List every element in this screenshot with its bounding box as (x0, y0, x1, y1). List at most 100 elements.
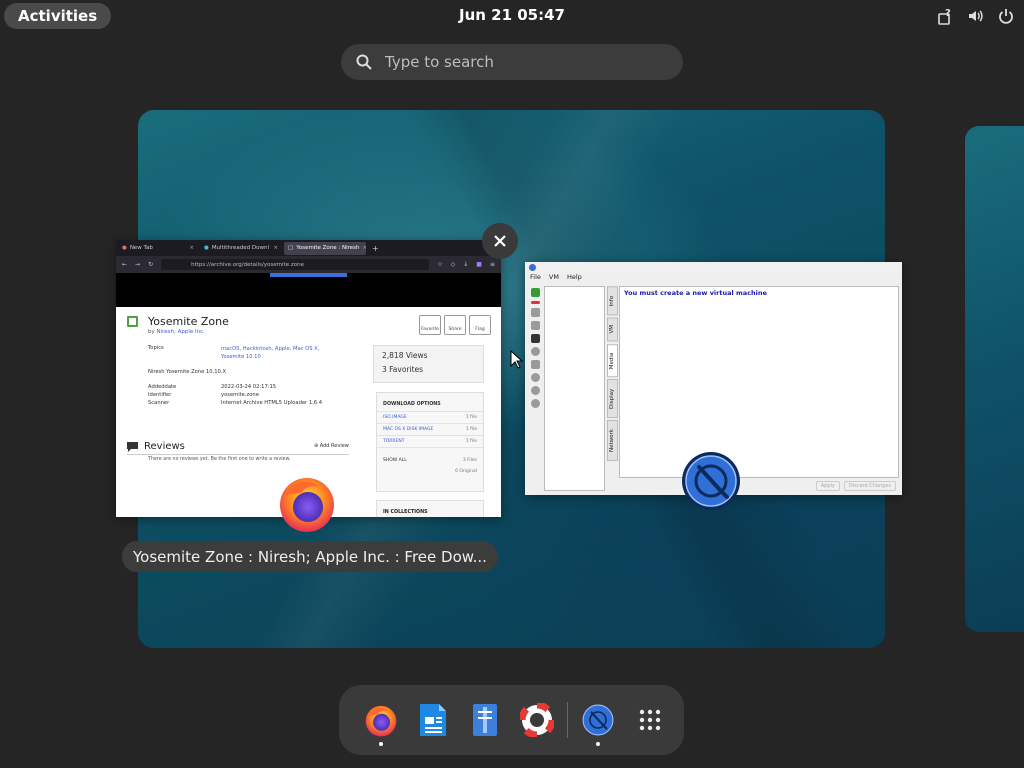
close-icon[interactable]: × (273, 245, 278, 251)
download-item[interactable]: TORRENT 1 file (377, 435, 483, 447)
tab-media[interactable]: Media (607, 343, 618, 378)
vm-menubar: File VM Help (525, 272, 902, 282)
meta-identifier: Identifier yosemite.zone (148, 392, 259, 398)
accessibility-icon[interactable]: ? (936, 6, 956, 26)
forward-icon[interactable]: → (135, 261, 140, 268)
new-tab-icon[interactable]: + (372, 244, 379, 253)
reset-icon[interactable] (530, 399, 540, 408)
no-reviews-text: There are no reviews yet. Be the first o… (148, 457, 291, 462)
menu-vm[interactable]: VM (549, 273, 559, 281)
clock: Jun 21 05:47 (0, 6, 1024, 24)
dash-text-editor[interactable] (463, 698, 507, 742)
page-byline: by Niresh; Apple Inc. (148, 329, 205, 335)
activities-button[interactable]: Activities (4, 3, 112, 29)
url-bar[interactable]: https://archive.org/details/yosemite.zon… (161, 259, 430, 270)
save-icon[interactable] (530, 360, 540, 369)
show-all-label: SHOW ALL (383, 458, 407, 463)
bookmark-icon[interactable]: ☆ (437, 261, 442, 268)
browser-tab-active[interactable]: ▢ Yosemite Zone : Niresh × (284, 241, 367, 255)
meta-description: Niresh Yosemite Zone 10.10.X (148, 369, 226, 375)
download-name: TORRENT (383, 439, 405, 444)
search-icon (356, 54, 372, 70)
display-icon[interactable] (530, 334, 540, 343)
system-tray[interactable]: ? (936, 6, 1016, 26)
browser-nav-bar: ← → ↻ https://archive.org/details/yosemi… (116, 256, 501, 273)
meta-label: Addeddate (148, 384, 177, 390)
browser-tab-label: Yosemite Zone : Niresh (296, 245, 360, 251)
toolbar-icon[interactable] (530, 321, 540, 330)
menu-icon[interactable]: ≡ (490, 261, 495, 268)
views-count: 2,818 Views (382, 351, 428, 360)
loading-bar (270, 273, 347, 277)
remove-vm-icon[interactable] (530, 301, 540, 304)
download-header: DOWNLOAD OPTIONS (383, 402, 441, 407)
tab-info[interactable]: Info (607, 286, 618, 316)
dash-help[interactable] (515, 698, 559, 742)
dash-writer[interactable] (411, 698, 455, 742)
download-item[interactable]: MAC OS X DISK IMAGE 1 file (377, 423, 483, 435)
text-editor-icon (473, 704, 497, 736)
download-icon[interactable]: ↓ (463, 261, 468, 268)
meta-topics: Topics macOS, Hackintosh, Apple, Mac OS … (148, 345, 319, 360)
page-header-banner (116, 273, 501, 307)
running-indicator (596, 742, 600, 746)
dash-app-grid[interactable] (628, 698, 672, 742)
back-icon[interactable]: ← (122, 261, 127, 268)
flag-button[interactable]: Flag (469, 315, 491, 335)
workspace-next[interactable] (965, 126, 1024, 632)
meta-value: yosemite.zone (221, 392, 259, 398)
meta-addeddate: Addeddate 2022-03-24 02:17:15 (148, 384, 276, 390)
extension-icon[interactable]: ■ (476, 261, 482, 268)
help-lifebuoy-icon (520, 703, 554, 737)
power-icon[interactable] (996, 6, 1016, 26)
discard-changes-button[interactable]: Discard Changes (843, 481, 896, 491)
pocket-icon[interactable]: ◇ (451, 261, 456, 268)
search-input[interactable] (385, 53, 645, 71)
download-item[interactable]: ISO IMAGE 1 file (377, 411, 483, 423)
vm-list[interactable] (544, 286, 605, 491)
browser-tab[interactable]: ● Multithreaded Downl × (200, 242, 282, 255)
dash-separator (567, 702, 568, 738)
menu-file[interactable]: File (530, 273, 541, 281)
page-title: Yosemite Zone (148, 315, 229, 328)
play-icon[interactable] (530, 347, 540, 356)
menu-help[interactable]: Help (567, 273, 582, 281)
close-window-button[interactable] (482, 223, 518, 259)
tab-network[interactable]: Network (607, 420, 618, 461)
dash-vm-manager[interactable] (576, 698, 620, 746)
meta-value[interactable]: macOS, Hackintosh, Apple, Mac OS X, Yose… (221, 345, 331, 362)
original-count-row: 6 Original (377, 466, 483, 477)
running-indicator (379, 742, 383, 746)
clock-label[interactable]: Jun 21 05:47 (459, 6, 565, 24)
favorite-button[interactable]: Favorite (419, 315, 441, 335)
toolbar-icon[interactable] (530, 308, 540, 317)
show-all-link[interactable]: SHOW ALL 3 Files (377, 447, 483, 466)
dash-firefox[interactable] (359, 698, 403, 746)
share-button[interactable]: Share (444, 315, 466, 335)
firefox-icon (365, 705, 397, 737)
add-review-button[interactable]: ⊕ Add Review (314, 443, 349, 449)
tab-display[interactable]: Display (607, 379, 618, 419)
browser-tab[interactable]: ● New Tab × (118, 242, 198, 255)
apply-button[interactable]: Apply (815, 481, 840, 491)
meta-label: Identifier (148, 392, 172, 398)
url-text: https://archive.org/details/yosemite.zon… (191, 261, 304, 268)
vm-app-icon (529, 263, 536, 271)
close-icon[interactable]: × (363, 245, 367, 251)
meta-scanner: Scanner Internet Archive HTML5 Uploader … (148, 400, 322, 406)
vm-action-buttons: Apply Discard Changes (815, 481, 896, 491)
download-name: ISO IMAGE (383, 415, 407, 420)
reload-icon[interactable]: ↻ (148, 261, 153, 268)
volume-icon[interactable] (966, 6, 986, 26)
byline-prefix: by (148, 329, 155, 335)
tab-vm[interactable]: VM (607, 317, 618, 342)
dash (339, 685, 684, 755)
stop-icon[interactable] (530, 386, 540, 395)
pause-icon[interactable] (530, 373, 540, 382)
add-vm-icon[interactable] (530, 288, 540, 297)
reviews-heading: Reviews (127, 441, 185, 452)
close-icon[interactable]: × (189, 245, 194, 251)
search-bar[interactable] (341, 44, 683, 80)
byline-link[interactable]: Niresh; Apple Inc. (157, 329, 205, 335)
stats-box: 2,818 Views 3 Favorites (373, 345, 484, 383)
